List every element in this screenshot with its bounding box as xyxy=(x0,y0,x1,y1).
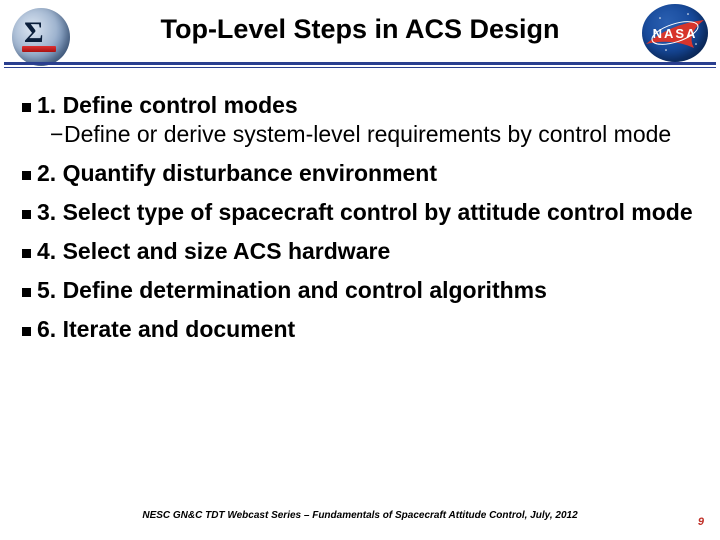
slide-body: 1. Define control modes − Define or deri… xyxy=(22,82,698,355)
header-rule xyxy=(0,62,720,68)
bullet-icon xyxy=(22,249,31,258)
list-item: 4. Select and size ACS hardware xyxy=(22,238,698,265)
slide-title: Top-Level Steps in ACS Design xyxy=(90,14,630,45)
dash-icon: − xyxy=(50,121,63,147)
nasa-logo-text: NASA xyxy=(642,26,708,41)
footer-text: NESC GN&C TDT Webcast Series – Fundament… xyxy=(0,510,720,521)
step-label: 6. Iterate and document xyxy=(37,316,295,342)
slide-footer: NESC GN&C TDT Webcast Series – Fundament… xyxy=(0,510,720,528)
slide-header: Σ Top-Level Steps in ACS Design NASA xyxy=(0,0,720,72)
bullet-icon xyxy=(22,171,31,180)
step-label: 1. Define control modes xyxy=(37,92,298,118)
step-label: 3. Select type of spacecraft control by … xyxy=(37,199,693,225)
slide: Σ Top-Level Steps in ACS Design NASA 1. … xyxy=(0,0,720,540)
bullet-icon xyxy=(22,210,31,219)
sub-item: − Define or derive system-level requirem… xyxy=(64,121,698,147)
step-label: 5. Define determination and control algo… xyxy=(37,277,547,303)
nasa-logo-icon: NASA xyxy=(642,4,708,62)
list-item: 2. Quantify disturbance environment xyxy=(22,160,698,187)
page-number: 9 xyxy=(698,516,704,528)
bullet-icon xyxy=(22,103,31,112)
bullet-icon xyxy=(22,288,31,297)
list-item: 5. Define determination and control algo… xyxy=(22,277,698,304)
list-item: 6. Iterate and document xyxy=(22,316,698,343)
step-label: 2. Quantify disturbance environment xyxy=(37,160,437,186)
list-item: 1. Define control modes − Define or deri… xyxy=(22,92,698,148)
list-item: 3. Select type of spacecraft control by … xyxy=(22,199,698,226)
bullet-icon xyxy=(22,327,31,336)
nesc-logo-icon: Σ xyxy=(10,6,72,68)
step-label: 4. Select and size ACS hardware xyxy=(37,238,390,264)
sub-label: Define or derive system-level requiremen… xyxy=(64,121,671,147)
